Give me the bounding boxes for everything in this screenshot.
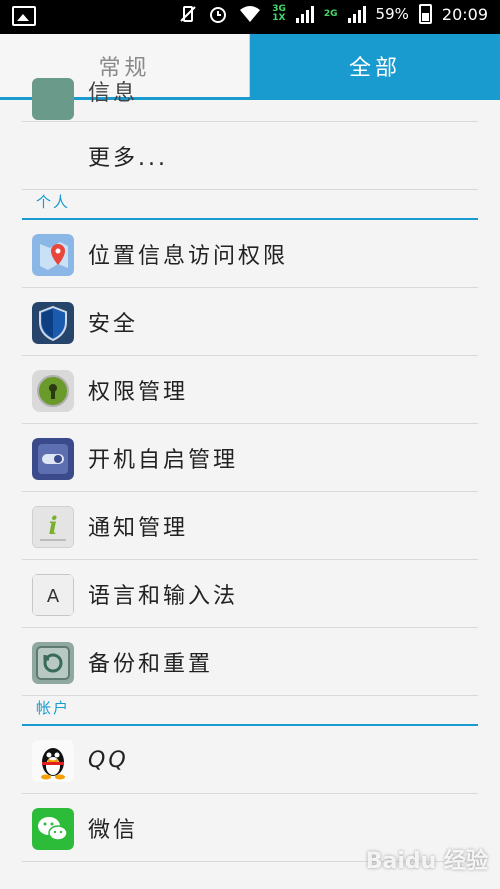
list-item-autostart[interactable]: 开机自启管理 xyxy=(22,424,478,492)
wifi-icon xyxy=(240,6,261,22)
battery-percent: 59% xyxy=(375,5,409,23)
network-type-1: 3G 1X xyxy=(272,4,286,23)
keyboard-a-icon: A xyxy=(32,574,74,616)
list-item-security[interactable]: 安全 xyxy=(22,288,478,356)
safe-icon xyxy=(32,642,74,684)
signal-icon-1 xyxy=(295,5,314,23)
info-icon: i xyxy=(32,506,74,548)
list-item-language[interactable]: A 语言和输入法 xyxy=(22,560,478,628)
section-personal: 个人 xyxy=(22,190,478,220)
message-icon xyxy=(32,78,74,120)
tab-bar: 常规 全部 xyxy=(0,34,500,100)
list-item-notifications[interactable]: i 通知管理 xyxy=(22,492,478,560)
status-icons: 3G 1X 2G 59% 20:09 xyxy=(178,4,488,24)
list-item-qq[interactable]: QQ xyxy=(22,726,478,794)
network-type-2: 2G xyxy=(323,8,338,19)
qq-penguin-icon xyxy=(32,740,74,782)
more-item[interactable]: 更多... xyxy=(22,122,478,190)
clock: 20:09 xyxy=(441,4,488,24)
shield-icon xyxy=(32,302,74,344)
list-item-location[interactable]: 位置信息访问权限 xyxy=(22,220,478,288)
svg-text:A: A xyxy=(47,586,60,607)
toggle-icon xyxy=(32,438,74,480)
alarm-icon xyxy=(210,7,227,23)
status-bar: 3G 1X 2G 59% 20:09 xyxy=(0,0,500,34)
location-icon xyxy=(32,234,74,276)
more-label: 更多... xyxy=(88,146,168,171)
vibrate-icon xyxy=(180,6,196,22)
lock-icon xyxy=(32,370,74,412)
signal-icon-2 xyxy=(347,5,366,23)
settings-list: 信息 更多... 个人 位置信息访问权限 安全 权限管理 开机自启管理 i 通知… xyxy=(0,78,500,862)
gallery-notification-icon xyxy=(12,6,36,26)
battery-icon xyxy=(418,4,432,24)
section-accounts: 帐户 xyxy=(22,696,478,726)
list-item-partial[interactable]: 信息 xyxy=(22,78,478,122)
svg-text:i: i xyxy=(48,511,57,540)
list-item-backup[interactable]: 备份和重置 xyxy=(22,628,478,696)
list-item-permissions[interactable]: 权限管理 xyxy=(22,356,478,424)
watermark-logo: Baidu 经验 xyxy=(365,849,488,874)
tab-all[interactable]: 全部 xyxy=(250,34,500,97)
wechat-icon xyxy=(32,808,74,850)
